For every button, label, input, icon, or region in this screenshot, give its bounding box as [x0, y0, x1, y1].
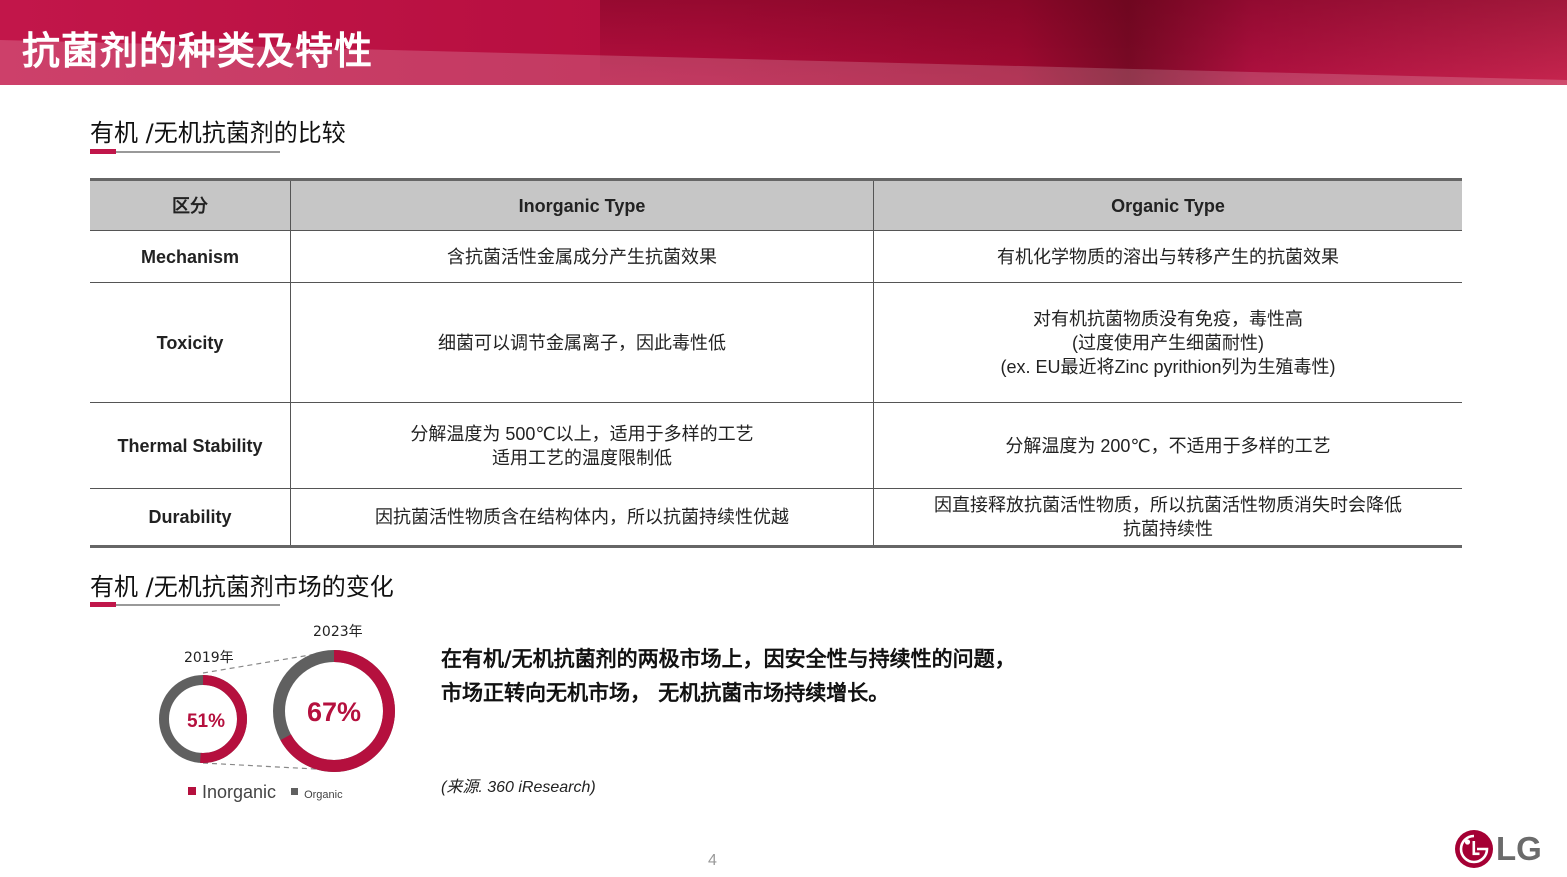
cell-line: 因直接释放抗菌活性物质，所以抗菌活性物质消失时会降低 [934, 495, 1402, 515]
cell-line: 适用工艺的温度限制低 [492, 447, 672, 468]
section-title-comparison: 有机 /无机抗菌剂的比较 [90, 119, 346, 147]
cell-inorganic: 因抗菌活性物质含在结构体内，所以抗菌持续性优越 [290, 488, 874, 548]
row-label: Thermal Stability [90, 402, 291, 489]
cell-line: 对有机抗菌物质没有免疫，毒性高 [1033, 308, 1303, 329]
cell-organic: 有机化学物质的溶出与转移产生的抗菌效果 [873, 230, 1462, 283]
description-line: 在有机/无机抗菌剂的两极市场上，因安全性与持续性的问题， [441, 647, 1016, 671]
description-line: 市场正转向无机市场， 无机抗菌市场持续增长。 [441, 681, 890, 705]
donut-2023-label: 67% [307, 697, 361, 727]
legend-organic: Organic [304, 789, 343, 801]
legend-swatch-organic [291, 787, 299, 795]
header-category: 区分 [90, 178, 291, 231]
cell-line: 因抗菌活性物质含在结构体内，所以抗菌持续性优越 [375, 507, 789, 527]
cell-line: 分解温度为 200℃，不适用于多样的工艺 [1005, 435, 1331, 456]
section-underline-accent [90, 602, 116, 607]
donut-2019-label: 51% [187, 711, 225, 732]
legend-swatch-inorganic [188, 787, 196, 796]
table-row: Thermal Stability 分解温度为 500℃以上，适用于多样的工艺 … [90, 402, 1462, 489]
cell-inorganic: 分解温度为 500℃以上，适用于多样的工艺 适用工艺的温度限制低 [290, 402, 874, 489]
row-label: Toxicity [90, 282, 291, 403]
cell-line: 细菌可以调节金属离子，因此毒性低 [438, 332, 726, 353]
title-banner: 抗菌剂的种类及特性 [0, 0, 1567, 85]
comparison-table: 区分 Inorganic Type Organic Type Mechanism… [90, 178, 1462, 548]
cell-organic: 分解温度为 200℃，不适用于多样的工艺 [873, 402, 1462, 489]
market-description: 在有机/无机抗菌剂的两极市场上，因安全性与持续性的问题， 市场正转向无机市场， … [441, 642, 1016, 710]
page-number: 4 [708, 852, 717, 869]
section-underline [90, 149, 280, 154]
legend-inorganic: Inorganic [202, 782, 277, 802]
chart-legend: Inorganic Organic [188, 782, 343, 803]
cell-line: 有机化学物质的溶出与转移产生的抗菌效果 [997, 246, 1339, 267]
source-citation: (来源. 360 iResearch) [441, 779, 596, 796]
table-row: Durability 因抗菌活性物质含在结构体内，所以抗菌持续性优越 因直接释放… [90, 488, 1462, 548]
section-underline [90, 602, 280, 607]
cell-line: 抗菌持续性 [1123, 519, 1213, 539]
market-donut-charts: 51% 67% [159, 650, 395, 772]
lg-logo-text: LG [1496, 830, 1542, 867]
slide-title: 抗菌剂的种类及特性 [22, 29, 374, 73]
cell-organic: 对有机抗菌物质没有免疫，毒性高 (过度使用产生细菌耐性) (ex. EU最近将Z… [873, 282, 1462, 403]
row-label: Durability [90, 488, 291, 548]
header-organic: Organic Type [873, 178, 1462, 231]
lg-logo-icon [1455, 830, 1493, 868]
table-row: Toxicity 细菌可以调节金属离子，因此毒性低 对有机抗菌物质没有免疫，毒性… [90, 282, 1462, 403]
table-header-row: 区分 Inorganic Type Organic Type [90, 178, 1462, 231]
section-underline-accent [90, 149, 116, 154]
cell-line: 分解温度为 500℃以上，适用于多样的工艺 [410, 423, 754, 444]
cell-organic: 因直接释放抗菌活性物质，所以抗菌活性物质消失时会降低 抗菌持续性 [873, 488, 1462, 548]
cell-inorganic: 含抗菌活性金属成分产生抗菌效果 [290, 230, 874, 283]
cell-inorganic: 细菌可以调节金属离子，因此毒性低 [290, 282, 874, 403]
section-title-market: 有机 /无机抗菌剂市场的变化 [90, 573, 394, 601]
row-label: Mechanism [90, 230, 291, 283]
cell-line: 含抗菌活性金属成分产生抗菌效果 [447, 246, 717, 267]
cell-line: (ex. EU最近将Zinc pyrithion列为生殖毒性) [1000, 356, 1336, 377]
table-row: Mechanism 含抗菌活性金属成分产生抗菌效果 有机化学物质的溶出与转移产生… [90, 230, 1462, 283]
header-inorganic: Inorganic Type [290, 178, 874, 231]
cell-line: (过度使用产生细菌耐性) [1072, 332, 1264, 353]
